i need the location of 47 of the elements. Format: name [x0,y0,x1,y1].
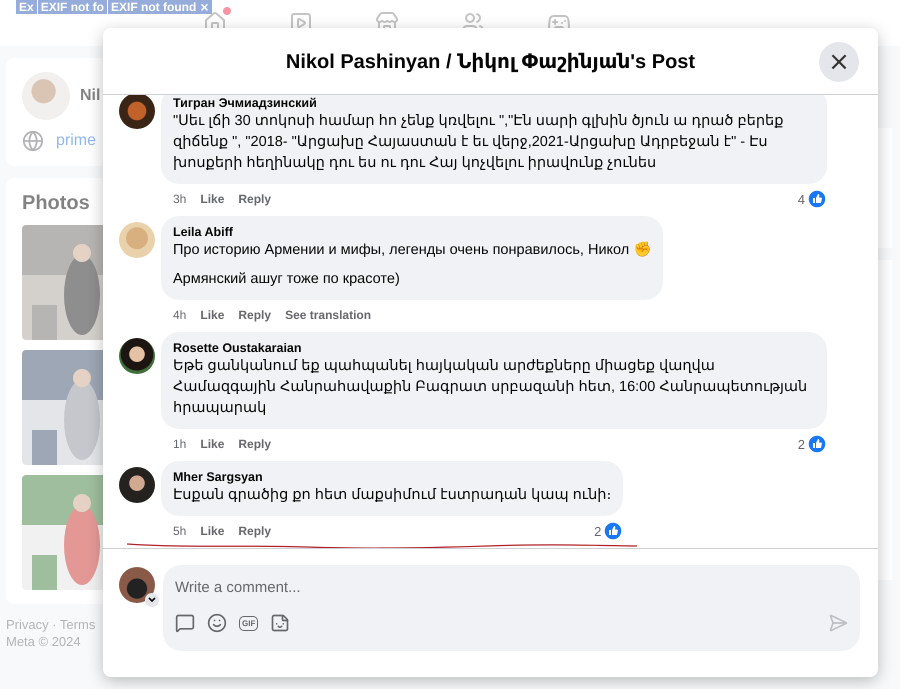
comment-action[interactable]: Like [200,437,224,451]
comment-field[interactable]: Write a comment... GIF [163,565,860,651]
comment-author[interactable]: Rosette Oustakaraian [173,340,815,356]
exif-tag: EXIF not fo [38,0,108,14]
reaction-count[interactable]: 2 [594,524,602,538]
comment-author[interactable]: Тигран Эчмиадзинский [173,95,815,111]
comment-time[interactable]: 3h [173,192,186,206]
avatar[interactable] [119,467,155,503]
comment-action[interactable]: Reply [238,437,272,451]
comment-time[interactable]: 4h [173,308,186,322]
reaction-count[interactable]: 2 [798,436,805,452]
emoji-icon[interactable] [207,613,227,633]
profile-avatar [22,72,70,120]
avatar[interactable] [119,95,155,129]
comment-text: Про историю Армении и мифы, легенды очень понравилось, Никол ✊ [173,240,652,260]
exif-tag: EXIF not found × [108,0,213,14]
copyright: Meta © 2024 [6,633,82,650]
like-icon [603,521,624,541]
comment-text: "Սեւ լճի 30 տոկոսի համար հո չենք կռվելու ","Էն սարի գլխին ծյուն ա դրած բերեք զիճենք ", "2018- "Արցախը Հայաստան է եւ վերջ,2021-Արցախը Ադրբեջան է" - Էս խոսքերի հեղինակը դու ես ու դու Հայ կոչվելու իրավունք չունես [173,112,784,173]
exif-tag: Ex [16,0,38,14]
avatar[interactable] [119,338,155,374]
sticker-icon[interactable] [270,613,290,633]
comment-action[interactable]: Like [200,308,224,322]
comment-author[interactable]: Mher Sargsyan [173,469,612,485]
user-avatar[interactable] [119,567,155,603]
like-icon [807,189,827,209]
comment-action[interactable]: Reply [238,192,272,206]
caret-icon[interactable] [145,593,159,607]
comment-action[interactable]: Reply [238,308,272,322]
like-icon [807,434,827,454]
comment-time[interactable]: 1h [173,437,186,451]
comment-action[interactable]: See translation [285,308,372,322]
reaction-count[interactable]: 4 [798,192,805,206]
globe-icon [22,130,44,152]
comment-action[interactable]: Like [200,524,224,538]
comment-author[interactable]: Leila Abiff [173,224,652,240]
comment-action[interactable]: Like [200,192,224,206]
close-button[interactable]: × [819,42,859,82]
dialog-title: Nikol Pashinyan / Նիկոլ Փաշինյան's Post [286,50,696,74]
comment-time[interactable]: 5h [173,524,186,538]
comment-text: Եթե ցանկանում եք պահպանել հայկական արժեքները միացեք վաղվա Համազգային Հանրահավաքին Բագրատ սրբազանի հետ, 16:00 Հանրապետության հրապարակ [173,357,808,418]
profile-name[interactable]: Nil [80,87,100,105]
comment-action[interactable]: Reply [238,524,272,538]
photos-title: Photos [22,192,90,215]
comment-text: Էսքան գրածից քո հետ մաքսիմում էստրադան կապ ունի։ [173,486,612,505]
gif-icon[interactable]: GIF [239,616,258,630]
comment-text: Армянский ашуг тоже по красоте) [173,270,401,289]
